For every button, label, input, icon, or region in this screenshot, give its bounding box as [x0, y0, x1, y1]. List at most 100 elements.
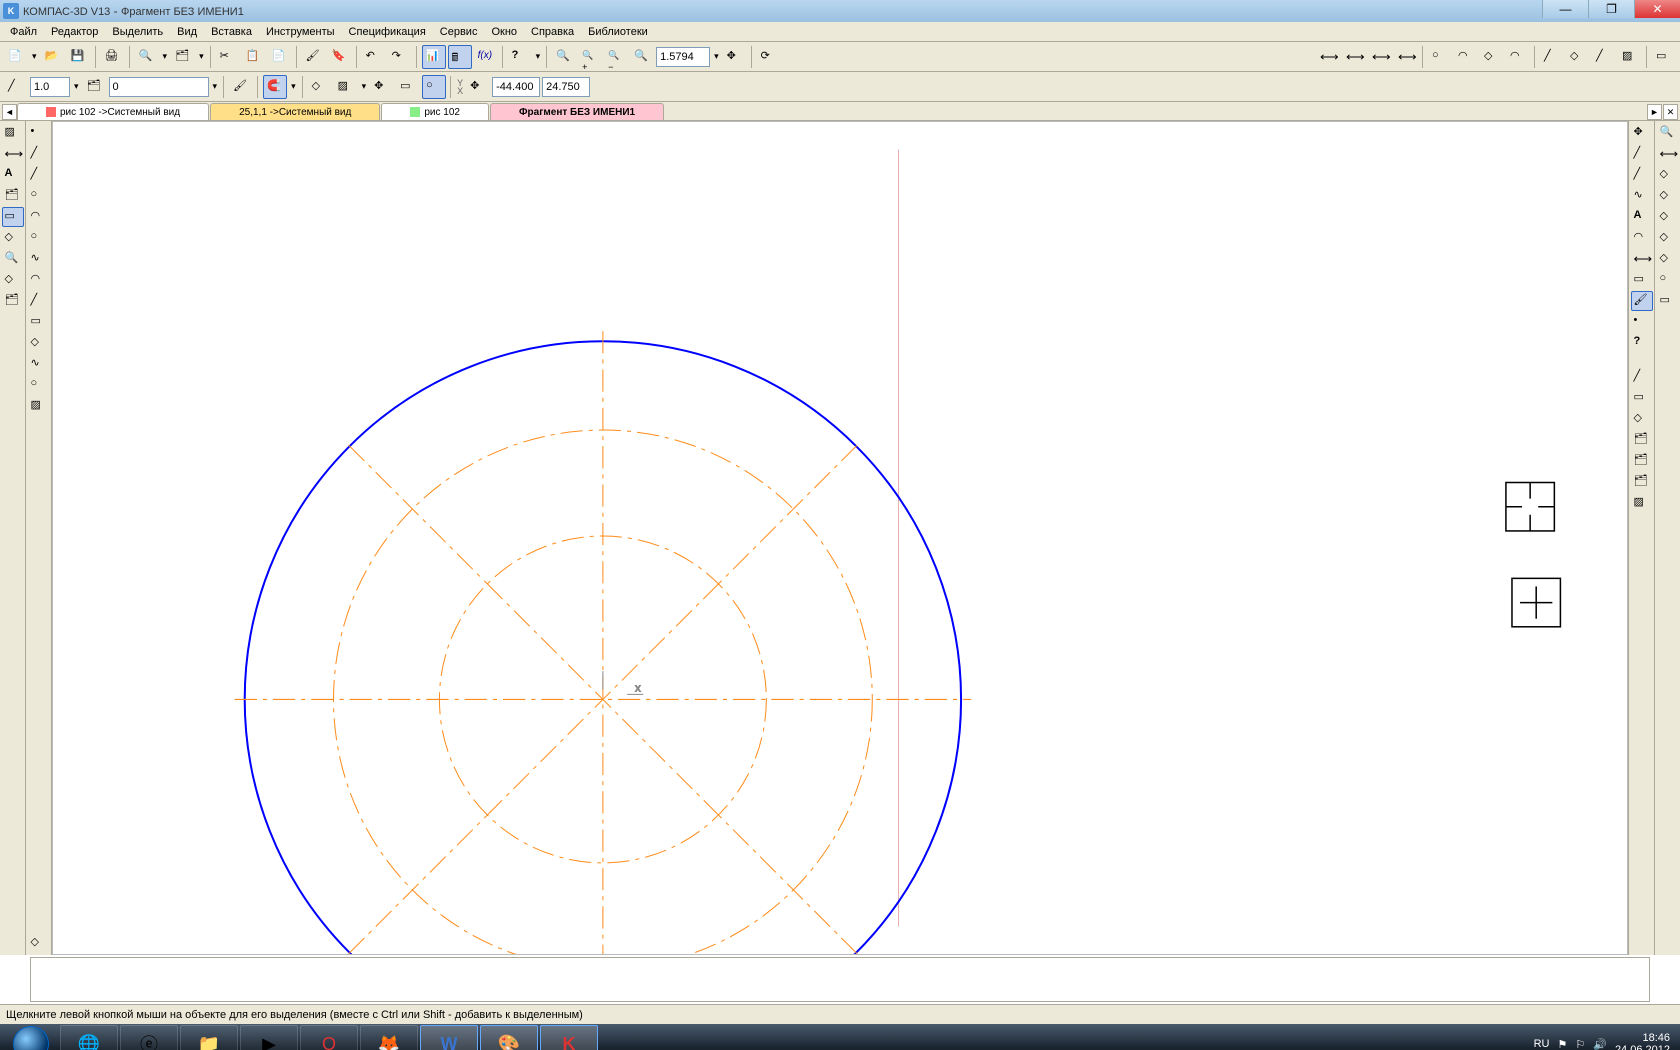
taskbar-ie[interactable]: ⓔ — [120, 1025, 178, 1050]
mode-geometry[interactable] — [2, 123, 24, 143]
menu-file[interactable]: Файл — [4, 24, 43, 40]
dim-table-button[interactable] — [1618, 45, 1642, 69]
system-tray[interactable]: RU ⚑ ⚐ 🔊 18:46 24.06.2012 — [1534, 1032, 1676, 1050]
tool-rectangle[interactable] — [28, 312, 50, 332]
dim-radius-button[interactable] — [1454, 45, 1478, 69]
menu-service[interactable]: Сервис — [434, 24, 484, 40]
dim-ordinate-button[interactable] — [1566, 45, 1590, 69]
dim-auto-button[interactable] — [1394, 45, 1418, 69]
rt-a5[interactable] — [1631, 207, 1653, 227]
menu-select[interactable]: Выделить — [106, 24, 169, 40]
preview-button[interactable] — [135, 45, 159, 69]
tool-arc[interactable] — [28, 207, 50, 227]
mode-edit[interactable] — [2, 207, 24, 227]
grid-button[interactable] — [334, 75, 358, 99]
tool-segment[interactable] — [28, 165, 50, 185]
refresh-button[interactable] — [757, 45, 781, 69]
scale-input[interactable] — [30, 77, 70, 97]
rt-a6[interactable] — [1631, 228, 1653, 248]
mode-notations[interactable] — [2, 165, 24, 185]
fx-button[interactable] — [474, 45, 498, 69]
rt-a11[interactable] — [1631, 333, 1653, 353]
rt-a4[interactable] — [1631, 186, 1653, 206]
mode-select[interactable] — [2, 270, 24, 290]
tool-spline[interactable] — [28, 249, 50, 269]
mode-measure[interactable] — [2, 249, 24, 269]
taskbar-opera[interactable]: O — [300, 1025, 358, 1050]
menu-insert[interactable]: Вставка — [205, 24, 258, 40]
linetype-button[interactable] — [4, 75, 28, 99]
stamp-button[interactable] — [328, 45, 352, 69]
command-panel[interactable] — [30, 957, 1650, 1002]
rt-b5[interactable] — [1657, 207, 1679, 227]
taskbar-media[interactable]: ▶ — [240, 1025, 298, 1050]
new-button[interactable] — [4, 45, 28, 69]
taskbar-kompas[interactable]: K — [540, 1025, 598, 1050]
coord-cursor-button[interactable] — [466, 75, 490, 99]
maximize-button[interactable]: ❐ — [1588, 0, 1634, 18]
menu-editor[interactable]: Редактор — [45, 24, 104, 40]
print-button[interactable] — [101, 45, 125, 69]
minimize-button[interactable]: — — [1542, 0, 1588, 18]
variables-button[interactable] — [448, 45, 472, 69]
menu-view[interactable]: Вид — [171, 24, 203, 40]
dim-arc-button[interactable] — [1506, 45, 1530, 69]
rt-a3[interactable] — [1631, 165, 1653, 185]
context-help-button[interactable] — [508, 45, 532, 69]
ortho-button[interactable] — [396, 75, 420, 99]
local-cs-button[interactable] — [370, 75, 394, 99]
taskbar-paint[interactable]: 🎨 — [480, 1025, 538, 1050]
layer-button[interactable] — [83, 75, 107, 99]
zoom-fit-button[interactable] — [630, 45, 654, 69]
taskbar-chrome[interactable]: 🌐 — [60, 1025, 118, 1050]
rt-b6[interactable] — [1657, 228, 1679, 248]
rt-a1[interactable] — [1631, 123, 1653, 143]
rt-b7[interactable] — [1657, 249, 1679, 269]
zoom-value-input[interactable] — [656, 47, 710, 67]
cut-button[interactable] — [216, 45, 240, 69]
rt-a17[interactable] — [1631, 472, 1653, 492]
dim-leader-button[interactable] — [1540, 45, 1564, 69]
coord-x-input[interactable] — [542, 77, 590, 97]
tab-1[interactable]: рис 102 ->Системный вид — [17, 103, 209, 120]
open-button[interactable] — [41, 45, 65, 69]
rt-a2[interactable] — [1631, 144, 1653, 164]
rt-a16[interactable] — [1631, 451, 1653, 471]
copy-button[interactable] — [242, 45, 266, 69]
tool-hatch[interactable] — [28, 396, 50, 416]
rt-a10[interactable] — [1631, 312, 1653, 332]
tool-ellipse[interactable] — [28, 228, 50, 248]
tab-scroll-left[interactable]: ◄ — [2, 104, 17, 120]
zoom-window-button[interactable] — [552, 45, 576, 69]
rt-b2[interactable] — [1657, 144, 1679, 164]
tool-point[interactable] — [28, 123, 50, 143]
tab-close[interactable]: ✕ — [1663, 104, 1678, 120]
rt-a8[interactable] — [1631, 270, 1653, 290]
rt-a9[interactable] — [1631, 291, 1653, 311]
dim-section-button[interactable] — [1592, 45, 1616, 69]
tab-3[interactable]: рис 102 — [381, 103, 489, 120]
menu-tools[interactable]: Инструменты — [260, 24, 341, 40]
tool-circle[interactable] — [28, 186, 50, 206]
tool-collect-contour[interactable] — [28, 933, 50, 953]
layer-input[interactable] — [109, 77, 209, 97]
rt-a12[interactable] — [1631, 367, 1653, 387]
tab-4-active[interactable]: Фрагмент БЕЗ ИМЕНИ1 — [490, 103, 664, 120]
drawing-canvas[interactable]: x — [52, 121, 1628, 955]
format-brush-button[interactable] — [302, 45, 326, 69]
mode-params[interactable] — [2, 228, 24, 248]
save-button[interactable] — [67, 45, 91, 69]
snap-toggle[interactable] — [263, 75, 287, 99]
tool-contour[interactable] — [28, 354, 50, 374]
rt-a18[interactable] — [1631, 493, 1653, 513]
undo-button[interactable] — [362, 45, 386, 69]
tray-action-center-icon[interactable]: ⚐ — [1575, 1038, 1585, 1050]
menu-help[interactable]: Справка — [525, 24, 580, 40]
manager-button[interactable] — [422, 45, 446, 69]
zoom-in-button[interactable] — [578, 45, 602, 69]
edit-button[interactable] — [229, 75, 253, 99]
dim-diameter-button[interactable] — [1428, 45, 1452, 69]
paste-button[interactable] — [268, 45, 292, 69]
rt-a14[interactable] — [1631, 409, 1653, 429]
dim-chain-button[interactable] — [1342, 45, 1366, 69]
